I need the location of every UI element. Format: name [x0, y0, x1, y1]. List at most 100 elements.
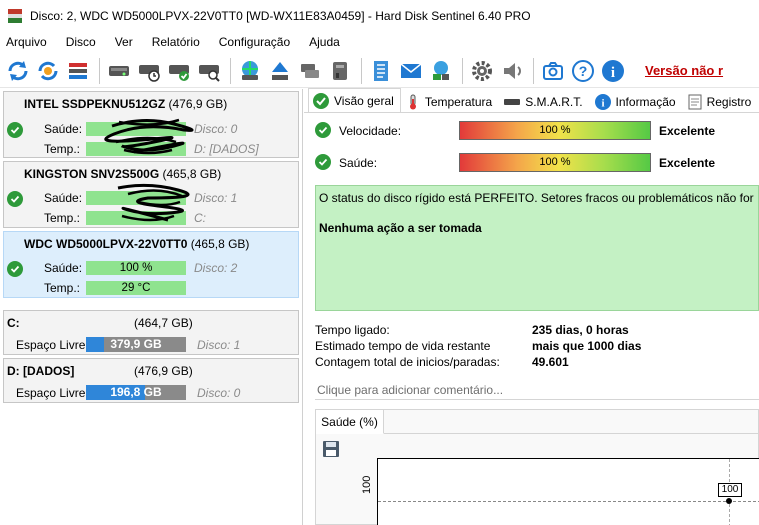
stat-label: Contagem total de inicios/paradas: — [315, 355, 500, 369]
chart-data-label: 100 — [718, 483, 742, 497]
disk-clock-button[interactable] — [135, 57, 163, 85]
speed-label: Velocidade: — [339, 124, 402, 138]
disk-search-icon — [199, 64, 220, 82]
stat-label: Estimado tempo de vida restante — [315, 339, 491, 353]
globe-disk-button[interactable] — [236, 57, 264, 85]
health-label: Saúde: — [339, 156, 378, 170]
status-message: O status do disco rígido está PERFEITO. … — [319, 191, 754, 205]
save-button[interactable] — [322, 440, 340, 458]
temp-label: Temp.: — [44, 281, 81, 295]
free-space-label: Espaço Livre — [16, 386, 86, 400]
stats-list: Tempo ligado: 235 dias, 0 horas Estimado… — [315, 323, 759, 371]
tab-label: Visão geral — [334, 93, 394, 108]
tab-overview[interactable]: Visão geral — [308, 88, 401, 112]
tab-label: Registro — [706, 94, 752, 109]
disk-number-hint: Disco: 0 — [197, 386, 241, 400]
disk-size: (465,8 GB) — [162, 167, 222, 181]
tab-bar: Visão geral Temperatura S.M.A.R.T. i Inf… — [304, 88, 759, 113]
network-icon — [433, 60, 449, 80]
screenshot-icon — [543, 61, 563, 80]
disk-list-icon — [69, 62, 87, 79]
disk-clock-icon — [139, 64, 160, 82]
info-button[interactable]: i — [599, 57, 627, 85]
network-disk-icon — [301, 63, 319, 78]
menu-ver[interactable]: Ver — [115, 35, 133, 49]
check-icon — [313, 92, 329, 109]
disk-size: (476,9 GB) — [168, 97, 228, 111]
partition-card-d[interactable]: D: [DADOS] (476,9 GB) Espaço Livre 196,8… — [3, 358, 299, 403]
disk-check-button[interactable] — [165, 57, 193, 85]
upgrade-link[interactable]: Versão não r — [645, 63, 723, 78]
globe-disk-icon — [242, 60, 258, 80]
disk-card-kingston[interactable]: KINGSTON SNV2S500G (465,8 GB) Saúde: Dis… — [3, 161, 299, 228]
details-panel: Visão geral Temperatura S.M.A.R.T. i Inf… — [304, 88, 759, 525]
health-label: Saúde: — [44, 261, 83, 275]
help-button[interactable]: ? — [569, 57, 597, 85]
partition-size: (464,7 GB) — [134, 316, 193, 330]
check-icon — [315, 154, 331, 170]
eject-button[interactable] — [266, 57, 294, 85]
menu-arquivo[interactable]: Arquivo — [6, 35, 47, 49]
disk-model: KINGSTON SNV2S500G — [24, 167, 160, 181]
stat-row-start-stop: Contagem total de inicios/paradas: 49.60… — [315, 355, 759, 371]
disk-search-button[interactable] — [195, 57, 223, 85]
mail-icon — [400, 62, 422, 78]
health-label: Saúde: — [44, 122, 83, 136]
usb-disk-button[interactable] — [326, 57, 354, 85]
tab-label: S.M.A.R.T. — [525, 94, 583, 109]
chart-y-tick-label: 100 — [361, 475, 373, 494]
disk-list-panel: INTEL SSDPEKNU512GZ (476,9 GB) Saúde: Di… — [0, 89, 303, 525]
check-icon — [7, 122, 23, 138]
partition-name: D: [DADOS] — [7, 364, 75, 378]
partition-hint: D: [DADOS] — [194, 142, 259, 156]
partition-hint: C: — [194, 211, 206, 225]
sound-button[interactable] — [498, 57, 526, 85]
partition-name: C: — [7, 316, 20, 330]
disk-title: INTEL SSDPEKNU512GZ (476,9 GB) — [24, 97, 227, 111]
sound-icon — [504, 62, 521, 79]
partition-card-c[interactable]: C: (464,7 GB) Espaço Livre 379,9 GB Disc… — [3, 310, 299, 355]
refresh-button[interactable] — [4, 57, 32, 85]
tab-smart[interactable]: S.M.A.R.T. — [499, 90, 589, 112]
refresh-icon — [8, 60, 28, 81]
refresh-settings-button[interactable] — [34, 57, 62, 85]
tab-temperature[interactable]: Temperatura — [401, 90, 499, 112]
disk-number-hint: Disco: 2 — [194, 261, 238, 275]
menu-ajuda[interactable]: Ajuda — [309, 35, 340, 49]
log-icon — [688, 94, 702, 109]
network-button[interactable] — [427, 57, 455, 85]
redaction-scribble — [117, 183, 190, 222]
check-icon — [7, 261, 23, 277]
svg-text:?: ? — [579, 63, 588, 79]
menu-relatorio[interactable]: Relatório — [152, 35, 200, 49]
disk-number-hint: Disco: 1 — [194, 191, 238, 205]
disk-list-button[interactable] — [64, 57, 92, 85]
health-bar: 100 % — [459, 153, 651, 172]
screenshot-button[interactable] — [539, 57, 567, 85]
free-space-bar: 196,8 GB — [86, 385, 186, 400]
notepad-button[interactable] — [367, 57, 395, 85]
network-disk-button[interactable] — [296, 57, 324, 85]
menu-disco[interactable]: Disco — [66, 35, 96, 49]
tab-health-chart[interactable]: Saúde (%) — [316, 410, 384, 434]
stat-value: mais que 1000 dias — [532, 339, 642, 353]
menu-bar: Arquivo Disco Ver Relatório Configuração… — [0, 32, 759, 52]
speed-rating: Excelente — [659, 124, 716, 138]
stat-row-power-on: Tempo ligado: 235 dias, 0 horas — [315, 323, 759, 339]
speed-row: Velocidade: 100 % Excelente — [315, 120, 755, 142]
window-title: Disco: 2, WDC WD5000LPVX-22V0TT0 [WD-WX1… — [30, 9, 531, 23]
disk-info-button[interactable] — [105, 57, 133, 85]
disk-card-intel[interactable]: INTEL SSDPEKNU512GZ (476,9 GB) Saúde: Di… — [3, 91, 299, 158]
svg-text:i: i — [601, 97, 604, 109]
settings-button[interactable] — [468, 57, 496, 85]
info-icon: i — [594, 93, 611, 110]
comment-input[interactable]: Clique para adicionar comentário... — [315, 380, 759, 400]
tab-information[interactable]: i Informação — [590, 90, 683, 112]
health-label: Saúde: — [44, 191, 83, 205]
partition-size: (476,9 GB) — [134, 364, 193, 378]
disk-card-wdc[interactable]: WDC WD5000LPVX-22V0TT0 (465,8 GB) Saúde:… — [3, 231, 299, 298]
menu-configuracao[interactable]: Configuração — [219, 35, 290, 49]
tab-log[interactable]: Registro — [683, 90, 759, 112]
health-row: Saúde: 100 % Excelente — [315, 152, 755, 174]
mail-button[interactable] — [397, 57, 425, 85]
